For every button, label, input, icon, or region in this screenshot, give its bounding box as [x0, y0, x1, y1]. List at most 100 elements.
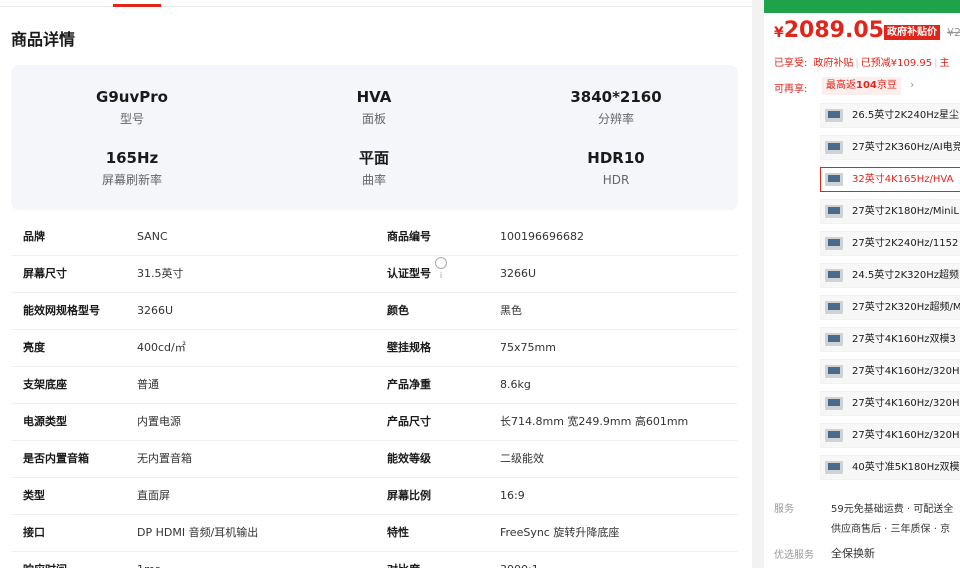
- spec-key: 屏幕尺寸: [23, 267, 67, 280]
- variant-label: 27英寸2K360Hz/AI电竞: [852, 142, 960, 153]
- summary-value: 3840*2160: [570, 88, 662, 106]
- table-row: 接口 DP HDMI 音频/耳机输出 特性 FreeSync 旋转升降底座: [11, 515, 738, 552]
- spec-key: 对比度: [387, 552, 420, 568]
- spec-key: 接口: [23, 526, 45, 539]
- current-price: ¥2089.05: [774, 18, 884, 43]
- service-label: 服务: [774, 504, 794, 515]
- spec-key: 商品编号: [387, 230, 431, 243]
- monitor-thumbnail-icon: [825, 237, 843, 250]
- variant-option[interactable]: 27英寸2K360Hz/AI电竞: [820, 135, 960, 160]
- beans-count: 104: [856, 80, 877, 91]
- info-icon[interactable]: i: [435, 257, 447, 280]
- spec-value: FreeSync 旋转升降底座: [500, 526, 620, 539]
- spec-value: 8.6kg: [500, 378, 531, 391]
- spec-value: 无内置音箱: [137, 452, 192, 465]
- monitor-thumbnail-icon: [825, 109, 843, 122]
- summary-item-model: G9uvPro 型号: [11, 87, 253, 127]
- monitor-thumbnail-icon: [825, 301, 843, 314]
- variant-label: 27英寸2K240Hz/1152: [852, 238, 959, 249]
- spec-key: 亮度: [23, 341, 45, 354]
- spec-key: 响应时间: [23, 552, 67, 568]
- separator: |: [934, 58, 938, 69]
- chevron-right-icon[interactable]: ›: [910, 78, 914, 91]
- service-line: 59元免基础运费 · 可配送全: [831, 504, 954, 515]
- table-row: 电源类型 内置电源 产品尺寸 长714.8mm 宽249.9mm 高601mm: [11, 404, 738, 441]
- variant-option[interactable]: 27英寸2K240Hz/1152: [820, 231, 960, 256]
- spec-value: 二级能效: [500, 452, 544, 465]
- beans-prefix: 最高返: [826, 80, 856, 91]
- spec-value: 16:9: [500, 489, 525, 502]
- enjoyed-discounts: 已享受: 政府补贴 | 已预减¥109.95 | 主: [774, 54, 949, 69]
- variant-option[interactable]: 27英寸4K160Hz/320H: [820, 359, 960, 384]
- promo-banner-strip[interactable]: [764, 0, 960, 13]
- table-row: 品牌 SANC 商品编号 100196696682: [11, 219, 738, 256]
- monitor-thumbnail-icon: [825, 429, 843, 442]
- variant-option[interactable]: 24.5英寸2K320Hz超频: [820, 263, 960, 288]
- variant-label: 27英寸4K160Hz双模3: [852, 334, 956, 345]
- spec-key: 屏幕比例: [387, 489, 431, 502]
- spec-key: 能效等级: [387, 452, 431, 465]
- summary-value: HDR10: [587, 149, 645, 167]
- column-gutter: [752, 0, 764, 568]
- variant-option[interactable]: 27英寸2K320Hz超频/M: [820, 295, 960, 320]
- summary-item-resolution: 3840*2160 分辨率: [495, 87, 737, 127]
- summary-key: 型号: [119, 112, 144, 126]
- again-label: 可再享:: [774, 84, 808, 95]
- optional-service-label: 优选服务: [774, 550, 814, 561]
- spec-key: 产品净重: [387, 378, 431, 391]
- discount-item: 主: [939, 58, 950, 69]
- currency-symbol: ¥: [774, 25, 784, 41]
- spec-key: 认证型号: [387, 267, 431, 280]
- summary-key: 屏幕刷新率: [101, 173, 162, 187]
- variant-option[interactable]: 26.5英寸2K240Hz星尘: [820, 103, 960, 128]
- summary-item-panel: HVA 面板: [253, 87, 495, 127]
- table-row: 能效网规格型号 3266U 颜色 黑色: [11, 293, 738, 330]
- table-row: 响应时间 1ms 对比度 3000:1: [11, 552, 738, 568]
- extra-offers-label: 可再享:: [774, 80, 807, 95]
- variant-option[interactable]: 27英寸4K160Hz双模3: [820, 327, 960, 352]
- variant-label: 32英寸4K165Hz/HVA: [852, 174, 954, 185]
- spec-value: 3266U: [500, 267, 537, 280]
- table-row: 支架底座 普通 产品净重 8.6kg: [11, 367, 738, 404]
- summary-value: G9uvPro: [96, 88, 168, 106]
- key-specs-summary: G9uvPro 型号 HVA 面板 3840*2160 分辨率 165Hz 屏幕…: [11, 65, 738, 210]
- optional-service-item[interactable]: 全保换新: [831, 545, 875, 561]
- beans-suffix: 京豆: [876, 80, 897, 91]
- summary-value: 165Hz: [105, 149, 159, 167]
- variant-option[interactable]: 27英寸2K180Hz/MiniL: [820, 199, 960, 224]
- variant-label: 40英寸准5K180Hz双模: [852, 462, 960, 473]
- summary-key: HDR: [602, 173, 630, 187]
- jd-beans-offer[interactable]: 最高返104京豆: [822, 77, 901, 95]
- spec-value: 3000:1: [500, 552, 539, 568]
- summary-key: 曲率: [361, 173, 386, 187]
- variant-list: 26.5英寸2K240Hz星尘 27英寸2K360Hz/AI电竞 32英寸4K1…: [820, 103, 960, 487]
- spec-key: 壁挂规格: [387, 341, 431, 354]
- spec-value: 1ms: [137, 552, 160, 568]
- variant-option[interactable]: 27英寸4K160Hz/320H: [820, 423, 960, 448]
- summary-item-refresh-rate: 165Hz 屏幕刷新率: [11, 148, 253, 188]
- variant-label: 26.5英寸2K240Hz星尘: [852, 110, 960, 121]
- summary-value: 平面: [358, 149, 389, 167]
- monitor-thumbnail-icon: [825, 461, 843, 474]
- spec-key: 是否内置音箱: [23, 452, 89, 465]
- spec-value: SANC: [137, 230, 168, 243]
- original-price: ¥2: [947, 26, 960, 39]
- variant-label: 27英寸4K160Hz/320H: [852, 398, 960, 409]
- variant-option[interactable]: 27英寸4K160Hz/320H: [820, 391, 960, 416]
- spec-value: 黑色: [500, 304, 522, 317]
- spec-value: 3266U: [137, 304, 174, 317]
- variant-option[interactable]: 40英寸准5K180Hz双模: [820, 455, 960, 480]
- variant-label: 27英寸2K180Hz/MiniL: [852, 206, 959, 217]
- subsidy-badge: 政府补贴价: [884, 25, 940, 40]
- discount-item: 政府补贴: [813, 58, 854, 69]
- section-title: 商品详情: [11, 30, 76, 49]
- spec-value: 内置电源: [137, 415, 181, 428]
- table-row: 类型 直面屏 屏幕比例 16:9: [11, 478, 738, 515]
- variant-option-selected[interactable]: 32英寸4K165Hz/HVA: [820, 167, 960, 192]
- active-tab-indicator: [113, 4, 161, 7]
- spec-value: 普通: [137, 378, 159, 391]
- summary-value: HVA: [356, 88, 392, 106]
- monitor-thumbnail-icon: [825, 397, 843, 410]
- product-detail-panel: 商品详情 G9uvPro 型号 HVA 面板 3840*2160 分辨率 165…: [0, 0, 752, 568]
- spec-value: 长714.8mm 宽249.9mm 高601mm: [500, 415, 689, 428]
